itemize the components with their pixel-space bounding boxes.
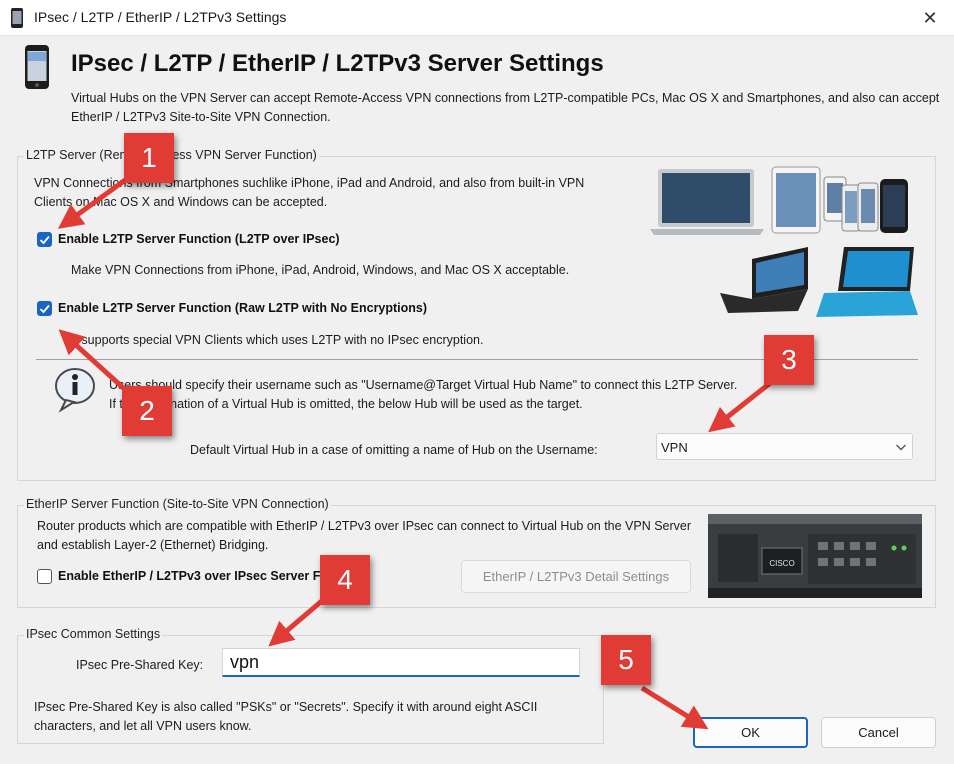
annotation-arrow-5 [640, 685, 709, 730]
annotation-arrow-3 [708, 378, 776, 433]
annotation-badge-3: 3 [764, 335, 814, 385]
annotation-badge-4: 4 [320, 555, 370, 605]
annotation-badge-2: 2 [122, 386, 172, 436]
annotation-badge-5: 5 [601, 635, 651, 685]
annotation-arrow-1 [57, 175, 130, 229]
annotation-arrow-2 [58, 329, 132, 396]
annotation-badge-1: 1 [124, 133, 174, 183]
